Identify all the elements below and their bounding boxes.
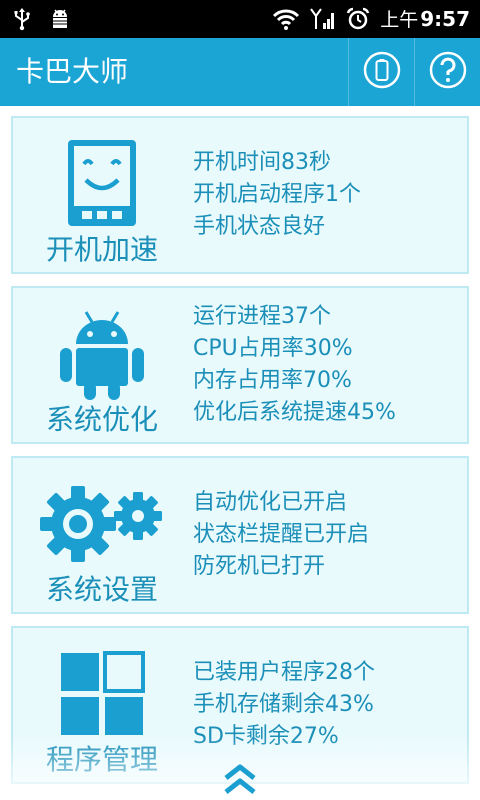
status-bar: 上午 9:57	[0, 0, 480, 38]
card-info: 运行进程37个 CPU占用率30% 内存占用率70% 优化后系统提速45%	[193, 288, 463, 442]
info-line: 手机状态良好	[193, 214, 326, 239]
card-info: 自动优化已开启 状态栏提醒已开启 防死机已打开	[193, 458, 463, 612]
info-line: CPU占用率30%	[193, 336, 353, 361]
clock-time: 9:57	[420, 6, 470, 31]
app-title: 卡巴大师	[16, 55, 129, 88]
card-info: 已装用户程序28个 手机存储剩余43% SD卡剩余27%	[193, 628, 463, 782]
card-app-manager[interactable]: 程序管理 已装用户程序28个 手机存储剩余43% SD卡剩余27%	[11, 626, 469, 784]
alarm-icon	[346, 7, 370, 31]
card-info: 开机时间83秒 开机启动程序1个 手机状态良好	[193, 118, 463, 272]
info-line: SD卡剩余27%	[193, 724, 339, 749]
status-right-icons: 上午 9:57	[272, 5, 470, 33]
android-debug-icon	[48, 7, 72, 31]
help-button[interactable]	[414, 38, 480, 106]
app-grid-icon	[37, 644, 167, 744]
card-system-settings[interactable]: 系统设置 自动优化已开启 状态栏提醒已开启 防死机已打开	[11, 456, 469, 614]
info-line: 内存占用率70%	[193, 368, 352, 393]
card-boot-speedup[interactable]: 开机加速 开机时间83秒 开机启动程序1个 手机状态良好	[11, 116, 469, 274]
content: 开机加速 开机时间83秒 开机启动程序1个 手机状态良好 系统优化 运行进程37…	[0, 106, 480, 800]
card-title: 系统优化	[45, 403, 158, 436]
info-line: 状态栏提醒已开启	[193, 522, 370, 547]
wifi-icon	[272, 7, 300, 31]
title-bar: 卡巴大师	[0, 38, 480, 106]
card-title: 程序管理	[45, 743, 158, 776]
gears-icon	[37, 474, 167, 574]
help-icon	[428, 50, 468, 94]
usb-icon	[10, 7, 34, 31]
android-robot-icon	[37, 304, 167, 404]
info-line: 已装用户程序28个	[193, 660, 375, 685]
info-line: 自动优化已开启	[193, 490, 348, 515]
status-clock: 上午 9:57	[380, 5, 470, 34]
card-title: 开机加速	[45, 233, 158, 266]
info-line: 开机启动程序1个	[193, 182, 361, 207]
chevron-up-icon[interactable]	[222, 764, 258, 796]
info-line: 优化后系统提速45%	[193, 400, 396, 425]
battery-icon	[362, 50, 402, 94]
battery-button[interactable]	[348, 38, 414, 106]
signal-icon	[310, 7, 336, 31]
clock-ampm: 上午	[380, 8, 419, 31]
info-line: 手机存储剩余43%	[193, 692, 374, 717]
info-line: 运行进程37个	[193, 304, 331, 329]
card-title: 系统设置	[45, 573, 158, 606]
status-left-icons	[10, 6, 72, 32]
card-system-optimize[interactable]: 系统优化 运行进程37个 CPU占用率30% 内存占用率70% 优化后系统提速4…	[11, 286, 469, 444]
info-line: 防死机已打开	[193, 554, 326, 579]
phone-smiley-icon	[37, 134, 167, 234]
info-line: 开机时间83秒	[193, 150, 331, 175]
